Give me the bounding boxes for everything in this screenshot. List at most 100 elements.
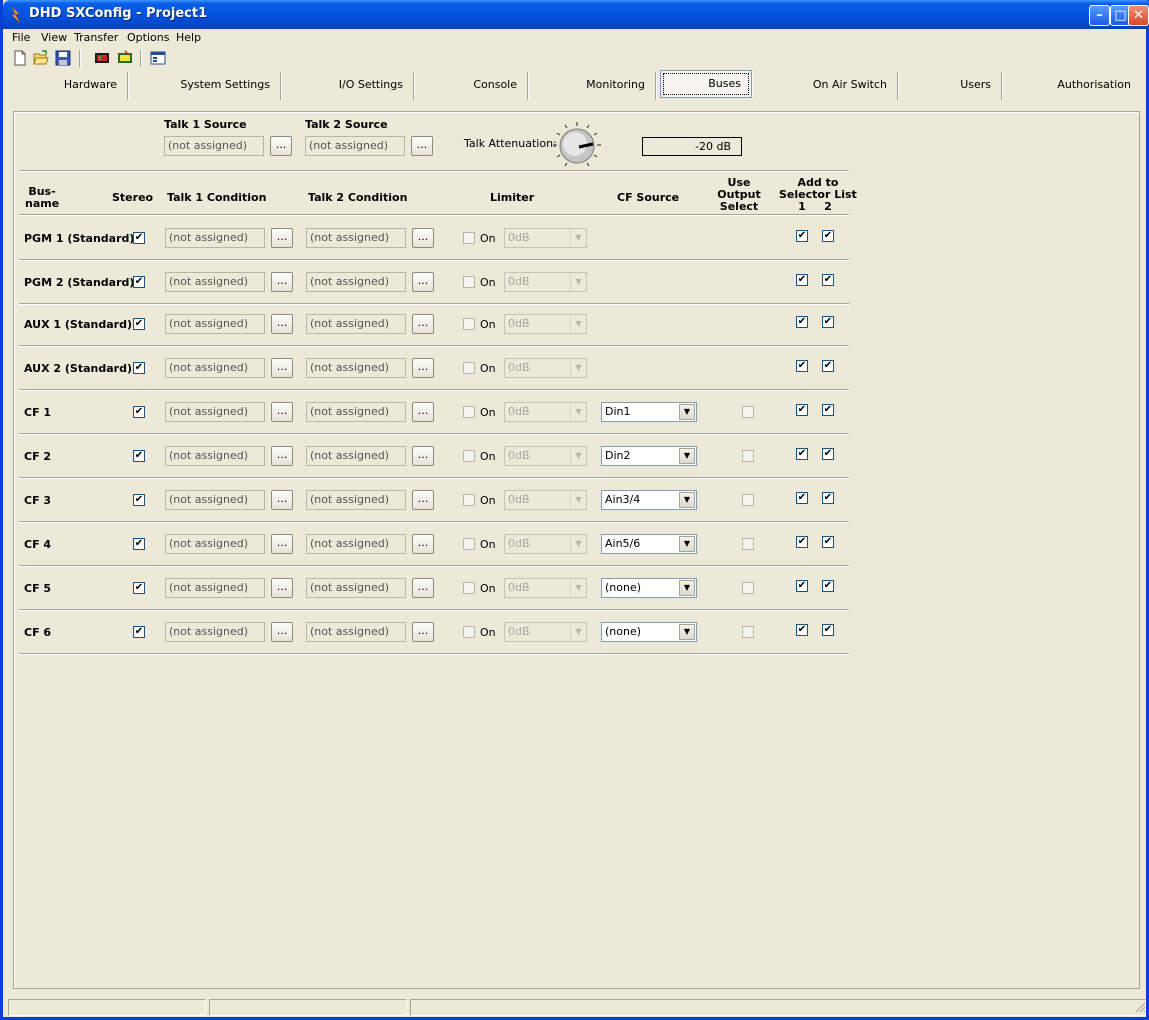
selector-list-2-checkbox[interactable] (822, 492, 834, 504)
talk2-condition-field[interactable]: (not assigned) (306, 534, 406, 554)
talk1-condition-browse-button[interactable]: ... (271, 534, 293, 554)
save-icon[interactable] (55, 50, 71, 66)
talk1-source-field[interactable]: (not assigned) (164, 136, 264, 156)
selector-list-2-checkbox[interactable] (822, 580, 834, 592)
cf-source-dropdown[interactable]: Din2 ▼ (601, 446, 697, 466)
talk1-condition-browse-button[interactable]: ... (271, 622, 293, 642)
talk1-condition-field[interactable]: (not assigned) (165, 358, 265, 378)
talk1-condition-browse-button[interactable]: ... (271, 272, 293, 292)
talk2-condition-field[interactable]: (not assigned) (306, 490, 406, 510)
selector-list-2-checkbox[interactable] (822, 360, 834, 372)
limiter-on-checkbox[interactable] (463, 276, 475, 288)
stereo-checkbox[interactable] (133, 494, 145, 506)
menu-transfer[interactable]: Transfer (74, 31, 118, 44)
talk1-condition-browse-button[interactable]: ... (271, 228, 293, 248)
talk2-condition-browse-button[interactable]: ... (412, 446, 434, 466)
use-output-select-checkbox[interactable] (742, 538, 754, 550)
tab-users[interactable]: Users (898, 72, 1002, 100)
selector-list-1-checkbox[interactable] (796, 230, 808, 242)
limiter-value-dropdown[interactable]: 0dB ▼ (504, 534, 587, 554)
title-bar[interactable]: DHD SXConfig - Project1 – □ ✕ (3, 0, 1149, 29)
tab-hardware[interactable]: Hardware (6, 72, 128, 100)
talk1-source-browse-button[interactable]: ... (270, 136, 292, 156)
talk2-condition-field[interactable]: (not assigned) (306, 622, 406, 642)
selector-list-2-checkbox[interactable] (822, 316, 834, 328)
tab-buses[interactable]: Buses (660, 70, 752, 98)
talk1-condition-field[interactable]: (not assigned) (165, 490, 265, 510)
device-red-icon[interactable] (94, 50, 110, 66)
talk1-condition-field[interactable]: (not assigned) (165, 446, 265, 466)
use-output-select-checkbox[interactable] (742, 582, 754, 594)
cf-source-dropdown[interactable]: Din1 ▼ (601, 402, 697, 422)
talk1-condition-field[interactable]: (not assigned) (165, 314, 265, 334)
talk2-condition-browse-button[interactable]: ... (412, 272, 434, 292)
tab-console[interactable]: Console (414, 72, 528, 100)
tab-system-settings[interactable]: System Settings (128, 72, 281, 100)
limiter-value-dropdown[interactable]: 0dB ▼ (504, 358, 587, 378)
limiter-value-dropdown[interactable]: 0dB ▼ (504, 228, 587, 248)
talk1-condition-browse-button[interactable]: ... (271, 446, 293, 466)
minimize-button[interactable]: – (1089, 5, 1110, 26)
limiter-value-dropdown[interactable]: 0dB ▼ (504, 402, 587, 422)
limiter-on-checkbox[interactable] (463, 626, 475, 638)
talk2-condition-browse-button[interactable]: ... (412, 358, 434, 378)
talk1-condition-field[interactable]: (not assigned) (165, 402, 265, 422)
cf-source-dropdown[interactable]: (none) ▼ (601, 622, 697, 642)
cf-source-dropdown[interactable]: (none) ▼ (601, 578, 697, 598)
selector-list-1-checkbox[interactable] (796, 492, 808, 504)
selector-list-1-checkbox[interactable] (796, 624, 808, 636)
limiter-on-checkbox[interactable] (463, 538, 475, 550)
limiter-value-dropdown[interactable]: 0dB ▼ (504, 490, 587, 510)
talk1-condition-browse-button[interactable]: ... (271, 314, 293, 334)
selector-list-1-checkbox[interactable] (796, 404, 808, 416)
stereo-checkbox[interactable] (133, 362, 145, 374)
talk2-condition-field[interactable]: (not assigned) (306, 358, 406, 378)
resize-grip-icon[interactable] (1134, 1001, 1146, 1013)
talk1-condition-field[interactable]: (not assigned) (165, 622, 265, 642)
tab-io-settings[interactable]: I/O Settings (281, 72, 414, 100)
selector-list-2-checkbox[interactable] (822, 624, 834, 636)
talk2-condition-field[interactable]: (not assigned) (306, 402, 406, 422)
use-output-select-checkbox[interactable] (742, 406, 754, 418)
limiter-on-checkbox[interactable] (463, 232, 475, 244)
talk2-source-field[interactable]: (not assigned) (305, 136, 405, 156)
new-icon[interactable] (12, 50, 28, 66)
selector-list-1-checkbox[interactable] (796, 274, 808, 286)
menu-options[interactable]: Options (127, 31, 169, 44)
selector-list-1-checkbox[interactable] (796, 360, 808, 372)
talk2-condition-field[interactable]: (not assigned) (306, 578, 406, 598)
cf-source-dropdown[interactable]: Ain5/6 ▼ (601, 534, 697, 554)
use-output-select-checkbox[interactable] (742, 450, 754, 462)
close-button[interactable]: ✕ (1128, 5, 1149, 26)
limiter-value-dropdown[interactable]: 0dB ▼ (504, 622, 587, 642)
cf-source-dropdown[interactable]: Ain3/4 ▼ (601, 490, 697, 510)
stereo-checkbox[interactable] (133, 406, 145, 418)
talk1-condition-browse-button[interactable]: ... (271, 490, 293, 510)
limiter-value-dropdown[interactable]: 0dB ▼ (504, 578, 587, 598)
selector-list-1-checkbox[interactable] (796, 536, 808, 548)
talk2-condition-field[interactable]: (not assigned) (306, 446, 406, 466)
stereo-checkbox[interactable] (133, 538, 145, 550)
talk1-condition-field[interactable]: (not assigned) (165, 272, 265, 292)
talk2-condition-browse-button[interactable]: ... (412, 490, 434, 510)
talk-attenuation-knob[interactable] (551, 121, 603, 171)
limiter-on-checkbox[interactable] (463, 406, 475, 418)
selector-list-1-checkbox[interactable] (796, 448, 808, 460)
selector-list-2-checkbox[interactable] (822, 274, 834, 286)
tab-on-air-switch[interactable]: On Air Switch (756, 72, 898, 100)
talk2-condition-browse-button[interactable]: ... (412, 402, 434, 422)
talk1-condition-field[interactable]: (not assigned) (165, 534, 265, 554)
limiter-on-checkbox[interactable] (463, 450, 475, 462)
config-icon[interactable] (150, 50, 166, 66)
stereo-checkbox[interactable] (133, 232, 145, 244)
talk2-condition-browse-button[interactable]: ... (412, 228, 434, 248)
stereo-checkbox[interactable] (133, 626, 145, 638)
tab-authorisation[interactable]: Authorisation (1002, 72, 1141, 100)
selector-list-2-checkbox[interactable] (822, 404, 834, 416)
selector-list-1-checkbox[interactable] (796, 580, 808, 592)
stereo-checkbox[interactable] (133, 318, 145, 330)
limiter-on-checkbox[interactable] (463, 582, 475, 594)
talk2-condition-browse-button[interactable]: ... (412, 622, 434, 642)
talk1-condition-field[interactable]: (not assigned) (165, 578, 265, 598)
selector-list-2-checkbox[interactable] (822, 536, 834, 548)
